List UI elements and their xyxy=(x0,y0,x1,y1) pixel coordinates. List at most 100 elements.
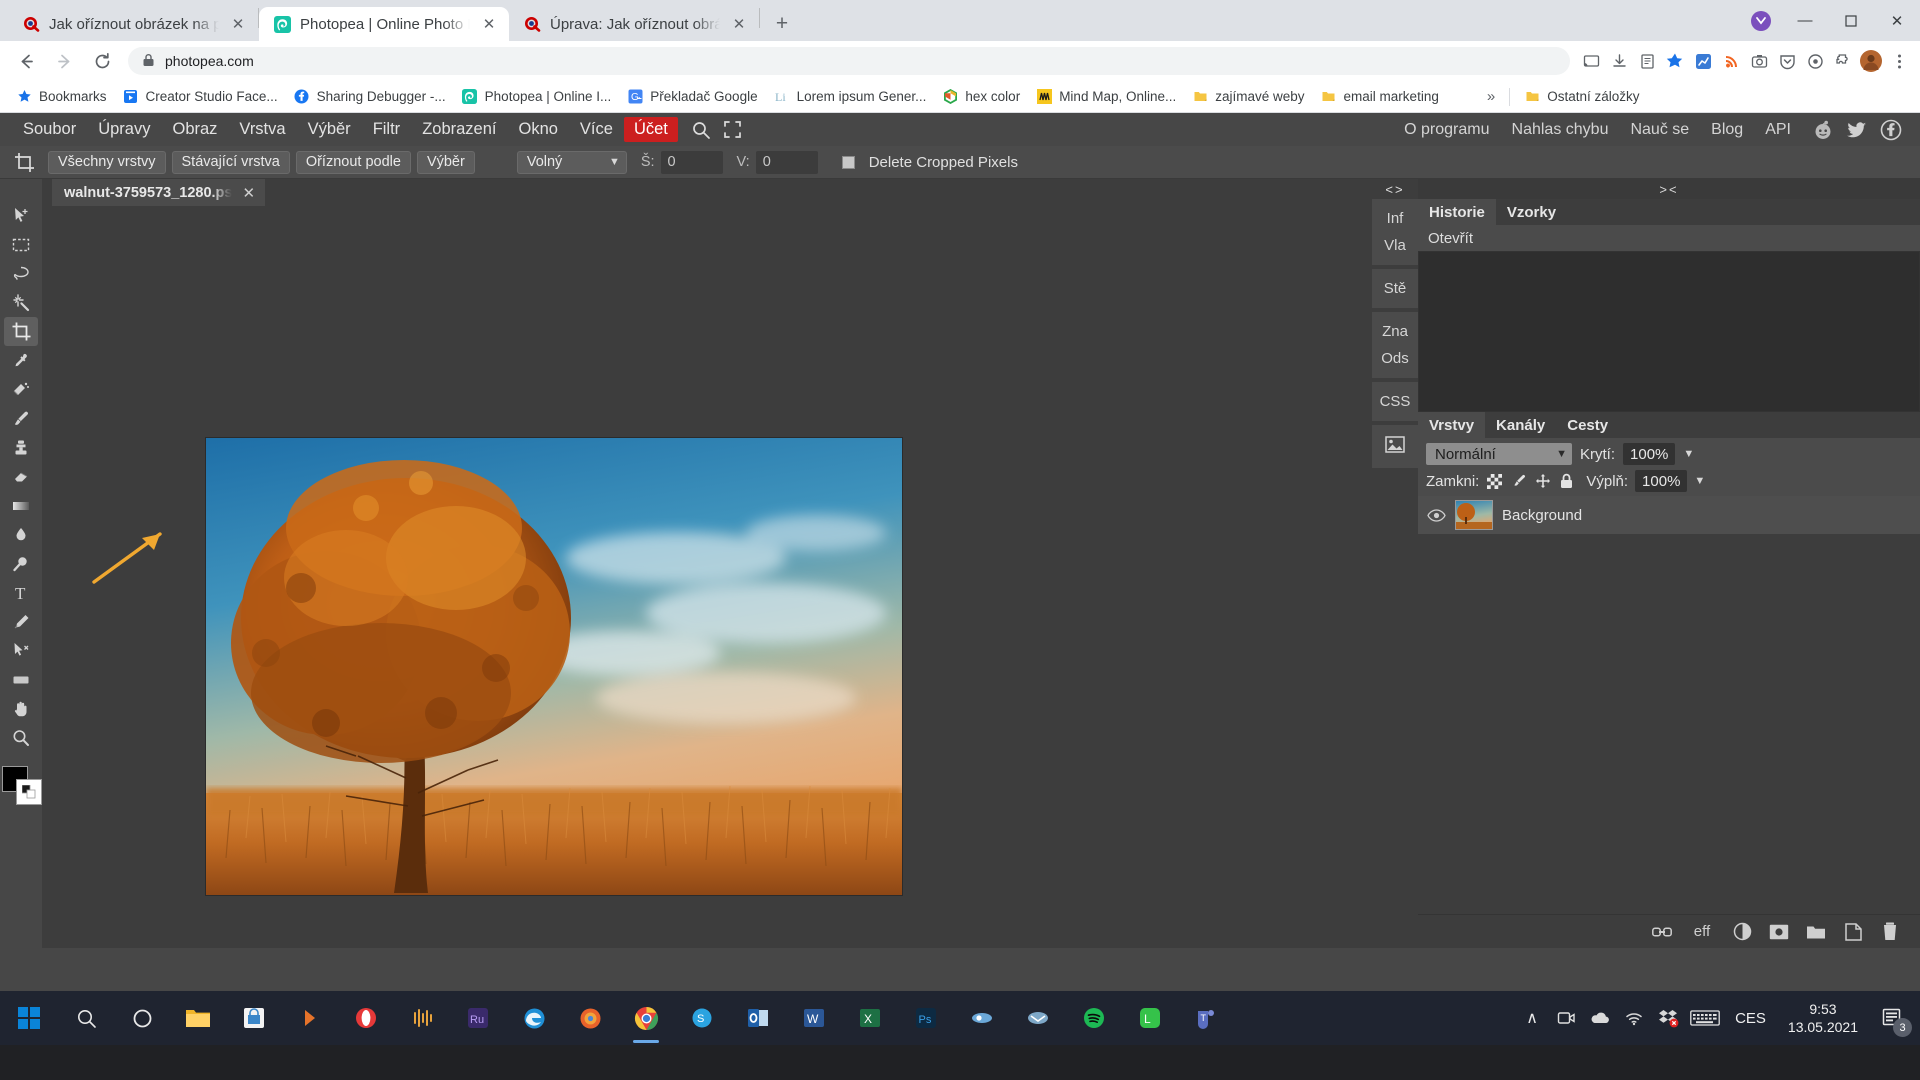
eraser-icon[interactable] xyxy=(4,462,38,491)
hand-tool-icon[interactable] xyxy=(4,694,38,723)
tab-close-icon[interactable]: ✕ xyxy=(479,14,499,34)
layer-effects-button[interactable]: eff xyxy=(1689,922,1715,942)
history-panel-collapse-toggle[interactable]: >< xyxy=(1418,179,1920,199)
taskbar-podcast-icon[interactable] xyxy=(954,991,1010,1045)
blend-mode-select[interactable]: Normální ▼ xyxy=(1426,443,1572,465)
reddit-icon[interactable] xyxy=(1810,117,1836,143)
extension-circle-icon[interactable] xyxy=(1802,48,1828,74)
new-tab-button[interactable]: + xyxy=(768,10,796,38)
bookmark-folder-zajimave-weby[interactable]: zajímavé weby xyxy=(1184,85,1312,109)
menu-filtr[interactable]: Filtr xyxy=(362,116,412,143)
bookmark-item-google-translate[interactable]: G Překladač Google xyxy=(619,85,765,109)
account-button[interactable]: Účet xyxy=(623,117,678,142)
taskbar-mail-app-icon[interactable] xyxy=(1010,991,1066,1045)
new-group-icon[interactable] xyxy=(1806,922,1826,942)
onedrive-icon[interactable] xyxy=(1583,991,1617,1045)
opacity-dropdown-icon[interactable]: ▼ xyxy=(1683,448,1694,460)
pen-tool-icon[interactable] xyxy=(4,607,38,636)
vstrip-collapse-toggle[interactable]: <> xyxy=(1372,179,1418,199)
shape-tool-icon[interactable] xyxy=(4,665,38,694)
twitter-icon[interactable] xyxy=(1844,117,1870,143)
photopea-canvas[interactable] xyxy=(42,206,1372,948)
taskbar-skype-icon[interactable]: S xyxy=(674,991,730,1045)
taskbar-edge-icon[interactable] xyxy=(506,991,562,1045)
vstrip-item-css[interactable]: CSS xyxy=(1380,388,1411,415)
reading-list-icon[interactable] xyxy=(1634,48,1660,74)
bookmark-item-mind-map[interactable]: Mind Map, Online... xyxy=(1028,85,1184,109)
avatar-icon[interactable] xyxy=(1858,48,1884,74)
forward-button[interactable] xyxy=(49,46,79,76)
taskbar-cortana-icon[interactable] xyxy=(114,991,170,1045)
taskbar-photoshop-icon[interactable]: Ps xyxy=(898,991,954,1045)
browser-tab-2[interactable]: Photopea | Online Photo Editor ✕ xyxy=(259,7,509,41)
menu-soubor[interactable]: Soubor xyxy=(12,116,87,143)
rectangular-marquee-icon[interactable] xyxy=(4,230,38,259)
taskbar-audacity-icon[interactable] xyxy=(394,991,450,1045)
eyedropper-icon[interactable] xyxy=(4,346,38,375)
taskbar-adobe-rush-icon[interactable]: Ru xyxy=(450,991,506,1045)
reload-button[interactable] xyxy=(87,46,117,76)
taskbar-microsoft-store-icon[interactable] xyxy=(226,991,282,1045)
link-layers-icon[interactable] xyxy=(1652,922,1672,942)
menu-okno[interactable]: Okno xyxy=(507,116,568,143)
transparency-lock-icon[interactable] xyxy=(1486,473,1503,490)
taskbar-chrome-icon[interactable] xyxy=(618,991,674,1045)
bookmark-item-bookmarks[interactable]: Bookmarks xyxy=(8,85,115,109)
tab-close-icon[interactable]: ✕ xyxy=(228,14,248,34)
fill-dropdown-icon[interactable]: ▼ xyxy=(1694,475,1705,487)
layer-row[interactable]: Background xyxy=(1418,496,1920,534)
move-tool-icon[interactable] xyxy=(4,201,38,230)
profile-badge-icon[interactable] xyxy=(1746,6,1776,36)
bookmark-star-icon[interactable] xyxy=(1662,48,1688,74)
menu-zobrazeni[interactable]: Zobrazení xyxy=(411,116,507,143)
vstrip-item-inf[interactable]: Inf xyxy=(1387,205,1404,232)
cast-icon[interactable] xyxy=(1578,48,1604,74)
menu-obraz[interactable]: Obraz xyxy=(161,116,228,143)
crop-width-input[interactable]: 0 xyxy=(660,150,723,174)
window-close-button[interactable]: ✕ xyxy=(1874,0,1920,41)
tab-close-icon[interactable]: ✕ xyxy=(729,14,749,34)
language-indicator[interactable]: CES xyxy=(1725,1010,1776,1027)
tab-vzorky[interactable]: Vzorky xyxy=(1495,199,1568,225)
blur-icon[interactable] xyxy=(4,520,38,549)
menu-upravy[interactable]: Úpravy xyxy=(87,116,161,143)
other-bookmarks-button[interactable]: Ostatní záložky xyxy=(1516,85,1647,109)
taskbar-excel-icon[interactable]: X xyxy=(842,991,898,1045)
menu-vice[interactable]: Více xyxy=(569,116,624,143)
opacity-value[interactable]: 100% xyxy=(1623,443,1676,465)
taskbar-fl-studio-icon[interactable] xyxy=(282,991,338,1045)
screen-record-icon[interactable] xyxy=(1549,991,1583,1045)
crop-height-input[interactable]: 0 xyxy=(755,150,818,174)
healing-brush-icon[interactable] xyxy=(4,375,38,404)
layer-visibility-icon[interactable] xyxy=(1426,508,1446,522)
taskbar-search-icon[interactable] xyxy=(58,991,114,1045)
bookmark-item-sharing-debugger[interactable]: Sharing Debugger -... xyxy=(286,85,454,109)
menu-api[interactable]: API xyxy=(1754,117,1802,143)
chrome-menu-icon[interactable] xyxy=(1886,48,1912,74)
layer-mask-icon[interactable] xyxy=(1769,922,1789,942)
crop-tool-icon[interactable] xyxy=(6,148,42,177)
fill-value[interactable]: 100% xyxy=(1635,470,1688,492)
extension-chart-icon[interactable] xyxy=(1690,48,1716,74)
lasso-icon[interactable] xyxy=(4,259,38,288)
download-icon[interactable] xyxy=(1606,48,1632,74)
bookmark-item-creator-studio[interactable]: Creator Studio Face... xyxy=(115,85,286,109)
keyboard-icon[interactable] xyxy=(1685,991,1725,1045)
bookmark-item-lorem-ipsum[interactable]: Li Lorem ipsum Gener... xyxy=(766,85,935,109)
move-lock-icon[interactable] xyxy=(1534,473,1551,490)
tab-vrstvy[interactable]: Vrstvy xyxy=(1418,412,1486,438)
facebook-icon[interactable] xyxy=(1878,117,1904,143)
path-select-icon[interactable] xyxy=(4,636,38,665)
dodge-icon[interactable] xyxy=(4,549,38,578)
taskbar-outlook-icon[interactable] xyxy=(730,991,786,1045)
windows-start-icon[interactable] xyxy=(0,991,58,1045)
taskbar-spotify-icon[interactable] xyxy=(1066,991,1122,1045)
document-tab[interactable]: walnut-3759573_1280.ps ✕ xyxy=(52,179,266,206)
vstrip-item-vla[interactable]: Vla xyxy=(1384,232,1406,259)
delete-cropped-pixels-checkbox[interactable] xyxy=(841,155,855,169)
menu-blog[interactable]: Blog xyxy=(1700,117,1754,143)
adjustment-layer-icon[interactable] xyxy=(1732,922,1752,942)
clock[interactable]: 9:53 13.05.2021 xyxy=(1776,1000,1870,1036)
address-bar[interactable]: photopea.com xyxy=(128,47,1570,75)
tab-cesty[interactable]: Cesty xyxy=(1556,412,1620,438)
